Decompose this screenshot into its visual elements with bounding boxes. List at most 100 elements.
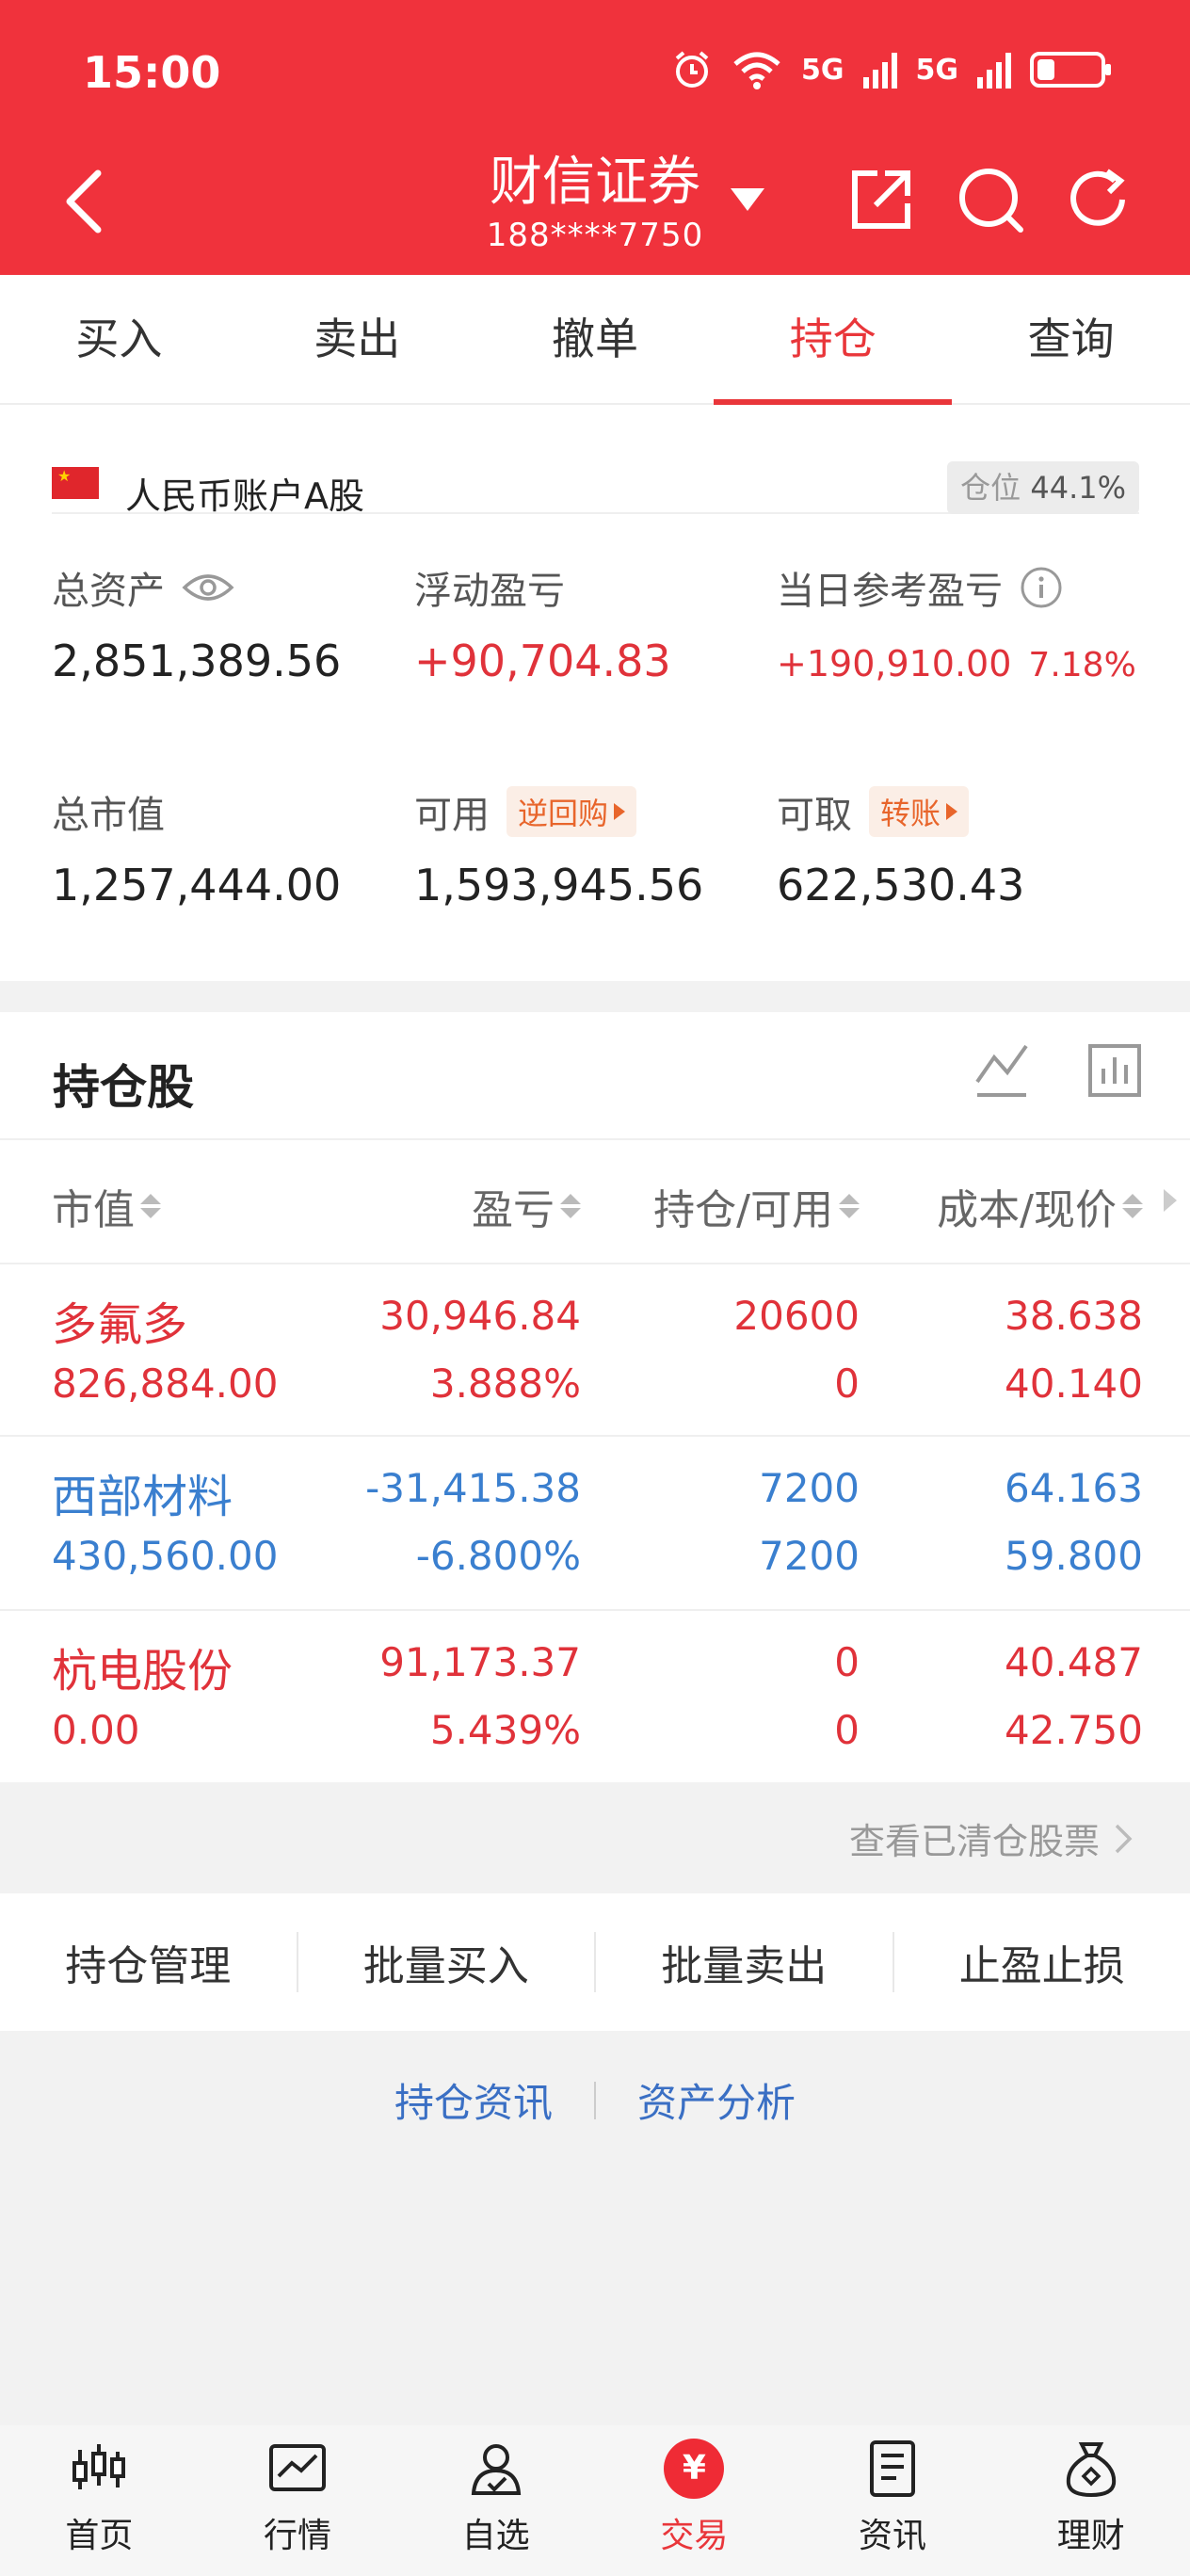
floating-pl-label: 浮动盈亏 — [414, 570, 565, 613]
withdrawable-label: 可取 — [777, 794, 852, 837]
stock-pl-percent: 3.888% — [429, 1360, 581, 1407]
status-time: 15:00 — [83, 47, 221, 98]
market-value: 总市值 1,257,444.00 — [52, 784, 341, 910]
stock-market-value: 430,560.00 — [52, 1533, 279, 1579]
bar-chart-icon[interactable] — [1086, 1040, 1143, 1101]
refresh-icon[interactable] — [1060, 162, 1135, 237]
dropdown-triangle-icon[interactable] — [727, 185, 768, 213]
tab-cancel-order[interactable]: 撤单 — [476, 275, 715, 403]
market-value-label: 总市值 — [52, 794, 165, 837]
cleared-stocks-bar: 查看已清仓股票 — [0, 1782, 1190, 1893]
sort-icon — [839, 1194, 860, 1218]
stock-cost: 64.163 — [1005, 1465, 1143, 1511]
nav-news-label: 资讯 — [859, 2517, 927, 2555]
nav-news[interactable]: 资讯 — [794, 2425, 992, 2576]
position-ratio-label: 仓位 — [960, 470, 1021, 506]
available-label: 可用 — [414, 794, 490, 837]
nav-trade-label: 交易 — [660, 2517, 729, 2555]
market-value-value: 1,257,444.00 — [52, 860, 342, 910]
info-icon[interactable] — [1020, 566, 1063, 609]
status-icons: 5G 5G — [671, 49, 1111, 90]
eye-icon[interactable] — [182, 571, 234, 604]
tab-positions[interactable]: 持仓 — [714, 275, 952, 405]
info-links: 持仓资讯 资产分析 — [0, 2071, 1190, 2129]
stock-market-value: 0.00 — [52, 1707, 140, 1753]
floating-pl: 浮动盈亏 +90,704.83 — [414, 560, 671, 686]
stock-holding: 0 — [834, 1639, 860, 1685]
take-profit-stop-loss-button[interactable]: 止盈止损 — [894, 1932, 1190, 1992]
position-news-link[interactable]: 持仓资讯 — [394, 2071, 553, 2129]
stock-available: 0 — [834, 1360, 860, 1407]
asset-analysis-link[interactable]: 资产分析 — [637, 2071, 796, 2129]
stock-pl: 30,946.84 — [379, 1293, 581, 1339]
alarm-icon — [675, 51, 709, 88]
account-name[interactable]: 人民币账户A股 — [125, 467, 364, 519]
tab-sell[interactable]: 卖出 — [238, 275, 476, 403]
scroll-right-icon[interactable] — [1164, 1189, 1177, 1212]
nav-trade[interactable]: ¥ 交易 — [595, 2425, 794, 2576]
nav-home[interactable]: 首页 — [0, 2425, 199, 2576]
signal-5g-label-2: 5G — [915, 53, 959, 87]
stock-price: 59.800 — [1005, 1533, 1143, 1579]
daily-pl-value: +190,910.00 — [777, 643, 1012, 684]
reverse-repo-button[interactable]: 逆回购 — [507, 786, 637, 837]
nav-market-label: 行情 — [264, 2517, 332, 2555]
available-funds: 可用 逆回购 1,593,945.56 — [414, 784, 703, 910]
stock-price: 42.750 — [1005, 1707, 1143, 1753]
chevron-right-icon — [1115, 1824, 1133, 1853]
stock-pl-percent: 5.439% — [429, 1707, 581, 1753]
chip-arrow-icon — [614, 803, 626, 820]
col-market-value[interactable]: 市值 — [52, 1176, 161, 1236]
app-header: 15:00 5G 5G 财信证券 188****7750 — [0, 0, 1190, 275]
sort-icon — [1122, 1194, 1143, 1218]
total-assets: 总资产 2,851,389.56 — [52, 560, 341, 686]
watchlist-user-icon — [471, 2444, 521, 2495]
transfer-button[interactable]: 转账 — [869, 786, 970, 837]
nav-watchlist[interactable]: 自选 — [396, 2425, 595, 2576]
link-divider — [594, 2081, 596, 2119]
trade-yuan-icon: ¥ — [664, 2439, 725, 2499]
col-profit-loss[interactable]: 盈亏 — [472, 1176, 581, 1236]
available-value: 1,593,945.56 — [414, 860, 704, 910]
stock-holding: 7200 — [759, 1465, 860, 1511]
batch-buy-button[interactable]: 批量买入 — [298, 1932, 596, 1992]
battery-icon — [1030, 52, 1111, 88]
nav-watchlist-label: 自选 — [461, 2517, 530, 2555]
position-row[interactable]: 杭电股份 0.00 91,173.37 5.439% 0 0 40.487 42… — [0, 1609, 1190, 1783]
search-icon[interactable] — [953, 162, 1028, 237]
batch-sell-button[interactable]: 批量卖出 — [596, 1932, 894, 1992]
position-row[interactable]: 西部材料 430,560.00 -31,415.38 -6.800% 7200 … — [0, 1435, 1190, 1611]
position-management-button[interactable]: 持仓管理 — [0, 1932, 298, 1992]
tab-buy[interactable]: 买入 — [0, 275, 238, 403]
reverse-repo-label: 逆回购 — [518, 796, 609, 831]
stock-holding: 20600 — [733, 1293, 860, 1339]
tab-query[interactable]: 查询 — [952, 275, 1190, 403]
stock-market-value: 826,884.00 — [52, 1360, 279, 1407]
stock-available: 7200 — [759, 1533, 860, 1579]
positions-column-header: 市值 盈亏 持仓/可用 成本/现价 — [0, 1138, 1190, 1264]
sort-icon — [560, 1194, 581, 1218]
stock-name: 杭电股份 — [52, 1645, 233, 1698]
total-assets-label: 总资产 — [52, 570, 165, 613]
stock-price: 40.140 — [1005, 1360, 1143, 1407]
col-cost-price[interactable]: 成本/现价 — [937, 1176, 1143, 1236]
positions-tools — [973, 1040, 1143, 1101]
cleared-stocks-link[interactable]: 查看已清仓股票 — [849, 1812, 1134, 1864]
position-row[interactable]: 多氟多 826,884.00 30,946.84 3.888% 20600 0 … — [0, 1261, 1190, 1437]
nav-home-label: 首页 — [65, 2517, 134, 2555]
stock-pl: -31,415.38 — [365, 1465, 581, 1511]
line-chart-icon[interactable] — [973, 1040, 1030, 1101]
account-summary: ★ 人民币账户A股 仓位 44.1% 总资产 2,851,389.56 浮动盈亏… — [0, 405, 1190, 981]
signal-bars-icon — [862, 53, 897, 89]
share-external-icon[interactable] — [844, 162, 919, 237]
col-holding-available[interactable]: 持仓/可用 — [653, 1176, 860, 1236]
nav-wealth[interactable]: 理财 — [991, 2425, 1190, 2576]
nav-market[interactable]: 行情 — [199, 2425, 397, 2576]
floating-pl-value: +90,704.83 — [414, 636, 671, 686]
stock-available: 0 — [834, 1707, 860, 1753]
transfer-label: 转账 — [880, 796, 941, 831]
sort-icon — [140, 1194, 161, 1218]
account-row: ★ 人民币账户A股 仓位 44.1% — [52, 437, 1139, 517]
position-ratio-badge: 仓位 44.1% — [947, 461, 1139, 514]
daily-pl-label: 当日参考盈亏 — [777, 570, 1003, 613]
